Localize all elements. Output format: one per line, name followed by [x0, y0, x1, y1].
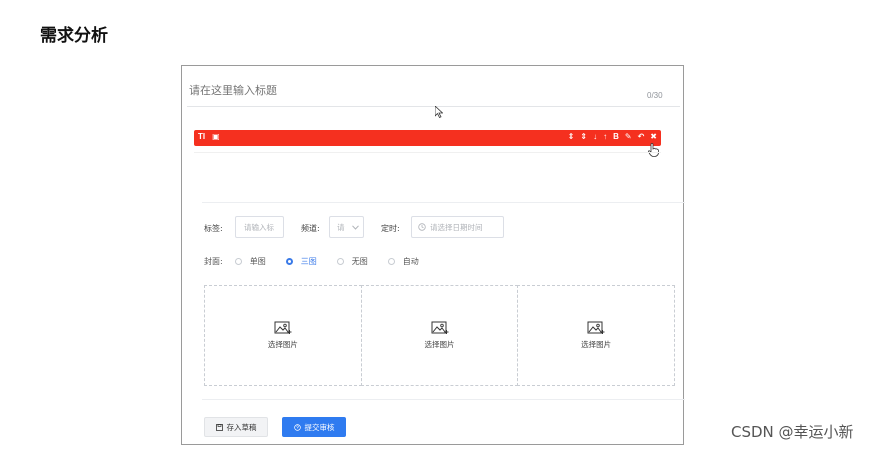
channel-label: 频道:: [301, 224, 320, 233]
mouse-pointer-icon: [435, 106, 443, 118]
text-format-icon[interactable]: TI: [198, 132, 205, 141]
submit-review-label: 提交审核: [304, 422, 335, 432]
editor-content-area[interactable]: [194, 152, 661, 153]
rich-text-toolbar: TI ▣ ⇕ ⇕ ↓ ↑ B ✎ ↶ ✖: [194, 130, 661, 146]
cover-upload-area: 选择图片 选择图片 选择图片: [204, 285, 676, 386]
save-draft-button[interactable]: 存入草稿: [204, 417, 268, 437]
move-down-icon[interactable]: ↓: [593, 132, 597, 141]
move-up-icon[interactable]: ↑: [603, 132, 607, 141]
hand-cursor-icon: [648, 143, 659, 157]
title-char-counter: 0/30: [647, 91, 663, 100]
title-input[interactable]: [189, 84, 499, 97]
undo-icon[interactable]: ↶: [638, 132, 645, 141]
cover-option-label: 单图: [249, 257, 266, 266]
cover-label: 封面:: [204, 257, 223, 266]
schedule-label: 定时:: [381, 224, 400, 233]
cover-option-single[interactable]: 单图: [234, 256, 266, 267]
cover-option-label: 自动: [402, 257, 419, 266]
title-underline: [187, 106, 680, 107]
radio-circle-checked: [285, 258, 293, 265]
image-upload-slot[interactable]: 选择图片: [360, 285, 519, 386]
save-draft-label: 存入草稿: [226, 422, 257, 432]
image-upload-slot[interactable]: 选择图片: [517, 285, 676, 386]
footer-divider: [202, 399, 685, 400]
question-circle-icon: [293, 423, 301, 431]
cover-option-none[interactable]: 无图: [336, 256, 368, 267]
radio-circle: [234, 258, 242, 265]
tag-label: 标签:: [204, 224, 223, 233]
cover-radio-group: 封面: 单图 三图 无图 自动: [204, 256, 439, 267]
section-divider: [202, 202, 685, 203]
line-height-icon[interactable]: ⇕: [568, 132, 575, 141]
tag-input-placeholder: 请输入标: [244, 222, 274, 232]
watermark: CSDN @幸运小新: [731, 423, 854, 441]
schedule-placeholder: 请选择日期时间: [430, 222, 483, 232]
schedule-datetime-picker[interactable]: 请选择日期时间: [411, 216, 504, 238]
submit-review-button[interactable]: 提交审核: [282, 417, 346, 437]
page-heading: 需求分析: [40, 26, 108, 46]
channel-select[interactable]: 请: [329, 216, 364, 238]
select-image-label: 选择图片: [581, 340, 612, 349]
chevron-down-icon: [352, 224, 359, 230]
image-upload-slot[interactable]: 选择图片: [204, 285, 362, 386]
radio-circle: [387, 258, 395, 265]
cover-option-label: 无图: [351, 257, 368, 266]
cover-option-label: 三图: [300, 257, 317, 266]
image-insert-icon[interactable]: ▣: [212, 132, 220, 141]
image-add-icon: [274, 321, 292, 334]
radio-circle: [336, 258, 344, 265]
cover-option-triple[interactable]: 三图: [285, 256, 317, 267]
article-editor-panel: 0/30 TI ▣ ⇕ ⇕ ↓ ↑ B ✎ ↶ ✖ 标签: 请输入标 频道: 请…: [181, 65, 685, 445]
tag-input[interactable]: 请输入标: [235, 216, 284, 238]
paragraph-spacing-icon[interactable]: ⇕: [580, 132, 587, 141]
image-add-icon: [431, 321, 448, 334]
save-icon: [215, 423, 223, 431]
edit-icon[interactable]: ✎: [625, 132, 632, 141]
select-image-label: 选择图片: [424, 340, 455, 349]
channel-select-value: 请: [337, 222, 345, 232]
bold-icon[interactable]: B: [613, 132, 619, 141]
cover-option-auto[interactable]: 自动: [387, 256, 419, 267]
select-image-label: 选择图片: [267, 340, 298, 349]
clock-icon: [418, 223, 426, 231]
image-add-icon: [587, 321, 605, 334]
close-icon[interactable]: ✖: [650, 132, 657, 141]
